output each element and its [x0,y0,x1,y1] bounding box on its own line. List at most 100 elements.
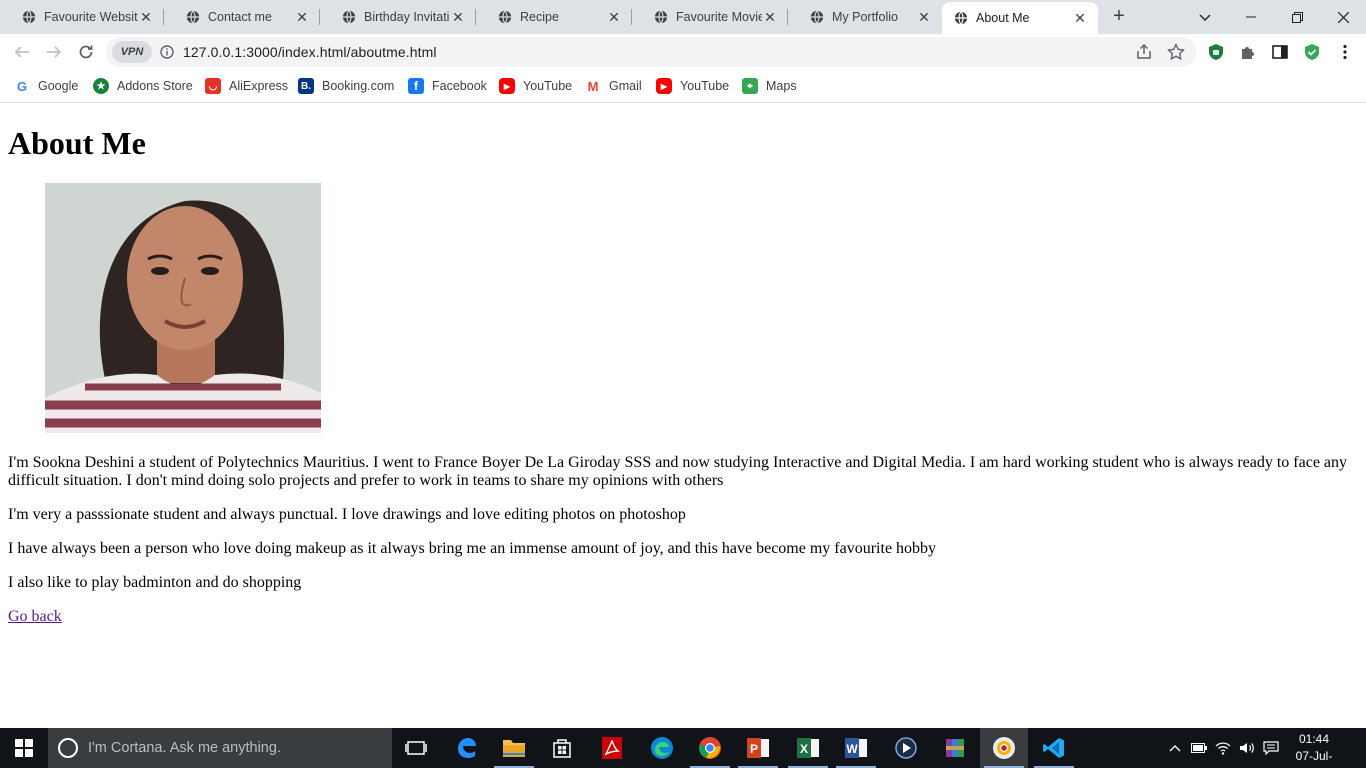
start-button[interactable] [0,728,48,768]
tab-search-button[interactable] [1182,0,1228,34]
security-check-icon[interactable] [1303,43,1321,61]
taskbar-file-explorer[interactable] [490,728,538,768]
gmail-icon: M [585,78,601,94]
tab-about-me[interactable]: About Me ✕ [942,2,1098,34]
taskbar-edge-legacy[interactable] [442,728,490,768]
address-bar[interactable]: VPN 127.0.0.1:3000/index.html/aboutme.ht… [106,37,1196,67]
close-tab-icon[interactable]: ✕ [294,9,310,25]
share-icon[interactable] [1135,43,1153,61]
globe-icon [498,10,512,24]
media-player-icon [895,737,917,759]
tab-title: My Portfolio [832,10,898,24]
close-tab-icon[interactable]: ✕ [916,9,932,25]
google-icon: G [14,78,30,94]
site-info-icon[interactable] [160,45,174,59]
taskbar-chrome[interactable] [686,728,734,768]
system-clock[interactable]: 01:44 07-Jul-23 [1290,731,1338,768]
bookmark-label: YouTube [523,79,573,93]
taskbar-word[interactable]: W [832,728,880,768]
close-window-button[interactable] [1320,0,1366,34]
back-button[interactable] [10,40,34,64]
wifi-indicator[interactable] [1212,728,1234,768]
taskbar-excel[interactable]: X [784,728,832,768]
bookmark-label: Addons Store [117,79,193,93]
intro-paragraph: I'm Sookna Deshini a student of Polytech… [8,454,1348,489]
bookmark-youtube[interactable]: ▶ YouTube [499,76,572,96]
bookmark-gmail[interactable]: M Gmail [585,76,642,96]
wifi-icon [1215,742,1231,755]
new-tab-button[interactable]: + [1109,6,1129,27]
svg-text:X: X [800,742,808,756]
taskbar-edge[interactable] [638,728,686,768]
battery-indicator[interactable] [1188,728,1210,768]
passion-paragraph: I'm very a passsionate student and alway… [8,506,686,523]
bookmark-label: Booking.com [322,79,395,93]
facebook-icon: f [408,78,424,94]
tab-recipe[interactable]: Recipe ✕ [476,0,632,34]
shield-extension-icon[interactable] [1207,43,1225,61]
minimize-button[interactable] [1228,0,1274,34]
task-view-button[interactable] [392,728,440,768]
bookmark-label: YouTube [680,79,730,93]
vpn-badge[interactable]: VPN [112,41,152,63]
browser-toolbar: VPN 127.0.0.1:3000/index.html/aboutme.ht… [0,34,1366,70]
bookmark-label: Maps [766,79,797,93]
close-tab-icon[interactable]: ✕ [138,9,154,25]
close-tab-icon[interactable]: ✕ [762,9,778,25]
clock-date: 07-Jul-23 [1295,749,1333,768]
store-bag-icon [553,739,571,758]
side-panel-icon[interactable] [1271,43,1289,61]
edge-icon [651,737,673,759]
tab-my-portfolio[interactable]: My Portfolio ✕ [788,0,942,34]
go-back-link[interactable]: Go back [8,608,62,626]
close-tab-icon[interactable]: ✕ [606,9,622,25]
tab-favourite-websites[interactable]: Favourite Websites ✕ [0,0,164,34]
bookmarks-bar: G Google ★ Addons Store ◡ AliExpress B. … [0,70,1366,103]
close-tab-icon[interactable]: ✕ [1072,10,1088,26]
clock-time: 01:44 [1298,732,1330,746]
bookmark-label: Gmail [609,79,642,93]
reload-button[interactable] [74,40,98,64]
globe-icon [654,10,668,24]
taskbar-winrar[interactable] [932,728,980,768]
taskbar-chrome-active[interactable] [980,728,1028,768]
profile-photo [45,183,321,433]
close-tab-icon[interactable]: ✕ [450,9,466,25]
tab-contact-me[interactable]: Contact me ✕ [164,0,320,34]
cortana-search-box[interactable]: I'm Cortana. Ask me anything. [48,728,392,768]
tab-title: Recipe [520,10,559,24]
tab-birthday-invitation[interactable]: Birthday Invitation ✕ [320,0,476,34]
more-menu-icon[interactable] [1336,43,1354,61]
tab-favourite-movie[interactable]: Favourite Movie ✕ [632,0,788,34]
bookmark-youtube-2[interactable]: ▶ YouTube [656,76,729,96]
taskbar-vscode[interactable] [1030,728,1078,768]
extensions-puzzle-icon[interactable] [1239,43,1257,61]
taskbar-powerpoint[interactable]: P [734,728,782,768]
url-text: 127.0.0.1:3000/index.html/aboutme.html [183,44,437,60]
bookmark-google[interactable]: G Google [14,76,78,96]
aliexpress-icon: ◡ [205,78,221,94]
svg-text:P: P [750,742,758,756]
tab-title: Favourite Websites [44,10,138,24]
bookmark-maps[interactable]: ⌖ Maps [742,76,797,96]
tab-strip: Favourite Websites ✕ Contact me ✕ Birthd… [0,0,1366,34]
bookmark-booking[interactable]: B. Booking.com [298,76,394,96]
forward-arrow-icon [47,46,62,58]
restore-button[interactable] [1274,0,1320,34]
bookmark-addons-store[interactable]: ★ Addons Store [93,76,193,96]
edge-legacy-icon [458,738,476,758]
taskbar-acrobat[interactable] [588,728,636,768]
back-arrow-icon [14,46,29,58]
bookmark-aliexpress[interactable]: ◡ AliExpress [205,76,288,96]
show-hidden-icons[interactable] [1164,728,1186,768]
maps-icon: ⌖ [742,78,758,94]
notifications-button[interactable] [1260,728,1282,768]
bookmark-star-icon[interactable] [1167,43,1185,61]
globe-icon [186,10,200,24]
volume-indicator[interactable] [1236,728,1258,768]
taskbar-store[interactable] [538,728,586,768]
forward-button[interactable] [42,40,66,64]
bookmark-facebook[interactable]: f Facebook [408,76,487,96]
close-icon [1337,11,1349,23]
taskbar-media-player[interactable] [882,728,930,768]
